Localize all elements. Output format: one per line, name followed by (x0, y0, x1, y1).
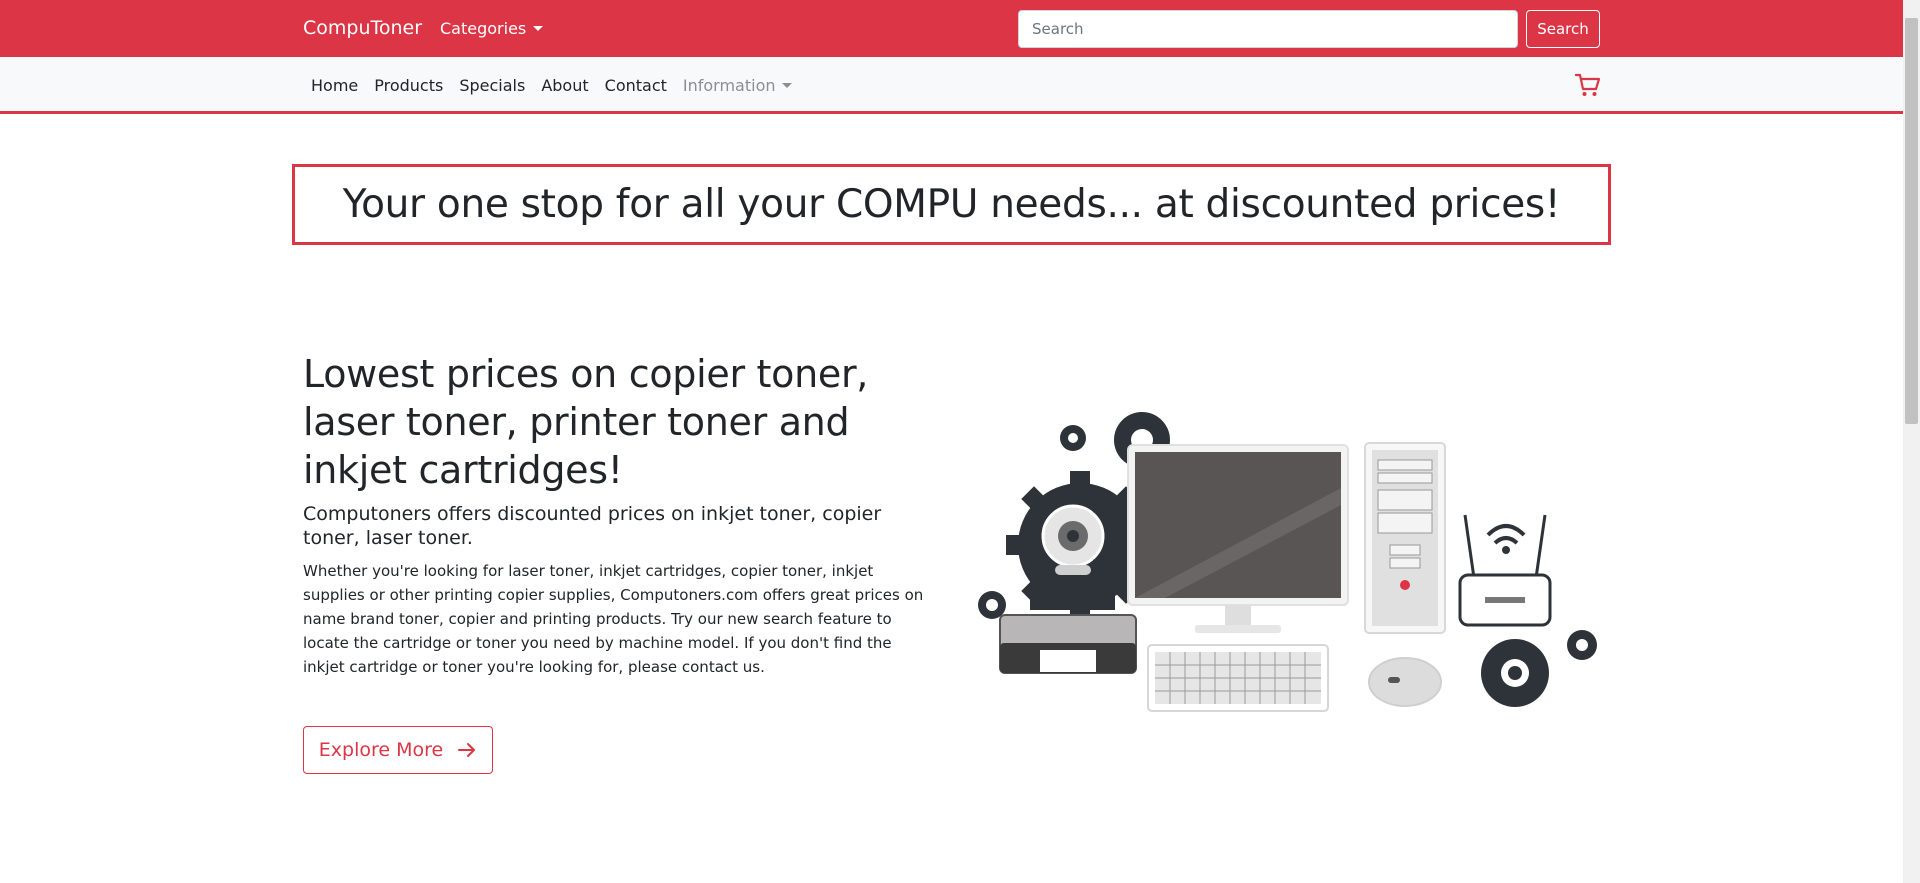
nav-information-dropdown[interactable]: Information (675, 76, 800, 95)
explore-more-button[interactable]: Explore More (303, 726, 493, 774)
search-input[interactable] (1018, 10, 1518, 48)
nav-about[interactable]: About (533, 76, 596, 95)
mouse-icon (1368, 657, 1442, 707)
nav-contact[interactable]: Contact (597, 76, 675, 95)
information-label: Information (682, 76, 776, 95)
monitor-icon (1127, 444, 1349, 633)
hero-title: Lowest prices on copier toner, laser ton… (303, 352, 869, 492)
banner-text: Your one stop for all your COMPU needs..… (342, 182, 1561, 227)
brand-logo[interactable]: CompuToner (303, 17, 422, 39)
categories-dropdown[interactable]: Categories (440, 19, 544, 38)
nav-products[interactable]: Products (366, 76, 451, 95)
search-button[interactable]: Search (1526, 10, 1600, 48)
top-navbar: CompuToner Categories Search (0, 0, 1903, 57)
arrow-right-icon (458, 743, 476, 757)
chevron-down-icon (781, 83, 792, 88)
page-scrollbar[interactable] (1903, 0, 1920, 883)
explore-more-label: Explore More (318, 739, 444, 761)
cart-icon[interactable] (1574, 72, 1602, 98)
router-icon (1458, 514, 1552, 627)
computer-tower-icon (1364, 442, 1446, 634)
keyboard-icon (1147, 644, 1329, 712)
categories-label: Categories (440, 19, 527, 38)
nav-links: Home Products Specials About Contact Inf… (303, 76, 800, 95)
hero-description: Whether you're looking for laser toner, … (303, 562, 924, 676)
nav-home[interactable]: Home (303, 76, 366, 95)
computer-devices-illustration (978, 412, 1597, 712)
small-gear-icon (978, 591, 1006, 619)
secondary-navbar: Home Products Specials About Contact Inf… (0, 57, 1903, 114)
scrollbar-thumb[interactable] (1905, 18, 1918, 424)
nav-specials[interactable]: Specials (451, 76, 533, 95)
gear-icon (1481, 639, 1549, 707)
small-gear-icon (1567, 630, 1597, 660)
chevron-down-icon (533, 26, 544, 31)
hero-subtitle: Computoners offers discounted prices on … (303, 503, 882, 549)
small-gear-icon (1060, 425, 1086, 451)
promo-banner: Your one stop for all your COMPU needs..… (292, 164, 1611, 245)
